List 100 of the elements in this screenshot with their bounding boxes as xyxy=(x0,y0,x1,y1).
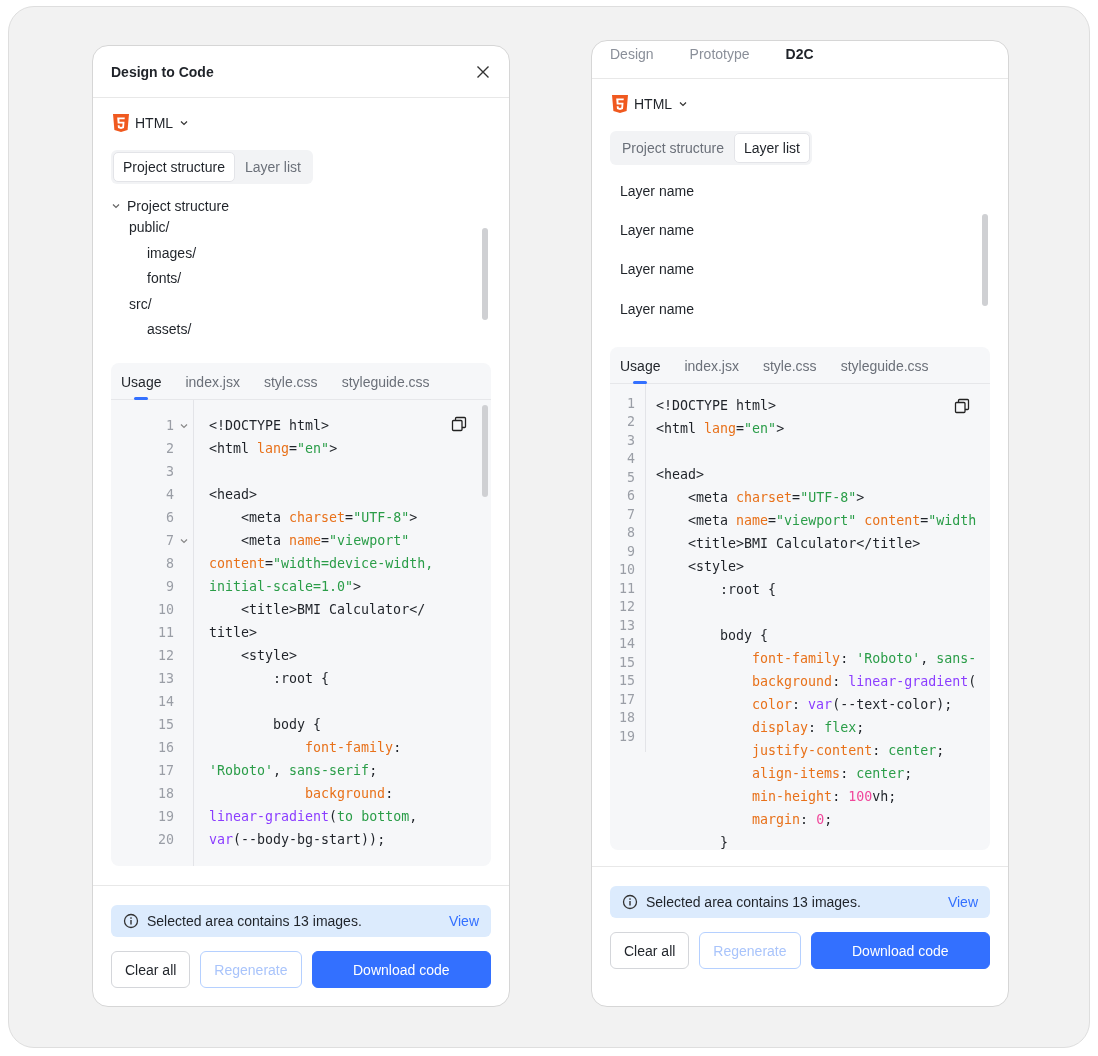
line-number: 8 xyxy=(166,556,174,571)
file-tab[interactable]: styleguide.css xyxy=(839,358,930,384)
code-line: <title>BMI Calculator</title> xyxy=(687,535,921,553)
action-button[interactable]: Download code xyxy=(810,932,990,969)
layer-item[interactable]: Layer name xyxy=(610,210,990,250)
line-number: 11 xyxy=(158,625,174,640)
line-number: 20 xyxy=(158,832,174,847)
layer-item[interactable]: Layer name xyxy=(610,171,990,211)
code-line: margin: 0; xyxy=(751,811,833,829)
code-line: justify-content: center; xyxy=(751,742,945,760)
tree-header[interactable]: Project structure xyxy=(127,198,229,214)
layer-item[interactable]: Layer name xyxy=(610,249,990,289)
file-tab[interactable]: Usage xyxy=(619,358,662,384)
code-line: <head> xyxy=(209,486,258,504)
action-button[interactable]: Clear all xyxy=(111,951,191,988)
close-icon[interactable] xyxy=(475,63,491,80)
scrollbar[interactable] xyxy=(482,228,488,320)
code-line: <html lang="en"> xyxy=(656,420,785,438)
line-number: 5 xyxy=(627,469,635,485)
line-number: 1 xyxy=(166,418,174,433)
code-line: background: linear-gradient( xyxy=(751,673,977,691)
line-number: 10 xyxy=(619,562,635,578)
segment-tab[interactable]: Project structure xyxy=(113,152,235,182)
line-number: 9 xyxy=(166,579,174,594)
line-number: 2 xyxy=(627,414,635,430)
code-line: <meta name="viewport" content="width xyxy=(687,512,977,530)
code-line: background: xyxy=(304,785,394,803)
view-link[interactable]: View xyxy=(947,894,978,910)
line-number: 14 xyxy=(619,636,635,652)
code-line: min-height: 100vh; xyxy=(751,788,897,806)
caret-icon[interactable] xyxy=(179,118,190,128)
code-line: 'Roboto', sans-serif; xyxy=(209,762,378,780)
code-line: body { xyxy=(719,627,769,645)
language-dropdown[interactable]: HTML xyxy=(610,95,689,113)
segment-tab[interactable]: Layer list xyxy=(234,152,311,182)
code-line: <head> xyxy=(656,466,705,484)
html5-logo-icon xyxy=(113,114,129,132)
line-number: 16 xyxy=(158,740,174,755)
folder-item[interactable]: fonts/ xyxy=(147,266,491,292)
line-number: 17 xyxy=(619,691,635,707)
layer-item[interactable]: Layer name xyxy=(610,288,990,329)
file-tab[interactable]: styleguide.css xyxy=(340,374,431,400)
code-line: <!DOCTYPE html> xyxy=(656,397,777,415)
view-link[interactable]: View xyxy=(448,913,479,929)
line-number: 7 xyxy=(627,506,635,522)
line-number: 19 xyxy=(158,809,174,824)
file-tab[interactable]: style.css xyxy=(761,358,818,384)
line-number: 17 xyxy=(158,763,174,778)
line-number: 18 xyxy=(619,710,635,726)
copy-icon[interactable] xyxy=(451,416,467,432)
caret-icon[interactable] xyxy=(678,99,689,109)
info-icon xyxy=(123,913,139,929)
copy-icon[interactable] xyxy=(954,398,970,414)
scrollbar[interactable] xyxy=(482,405,488,497)
line-number: 4 xyxy=(627,451,635,467)
chevron-icon[interactable] xyxy=(111,201,121,211)
segment-tab[interactable]: Project structure xyxy=(612,133,734,163)
line-number: 13 xyxy=(619,617,635,633)
file-tab[interactable]: index.jsx xyxy=(184,374,241,400)
info-icon xyxy=(622,894,638,910)
folder-item[interactable]: src/ xyxy=(129,291,491,317)
code-line: var(--body-bg-start)); xyxy=(209,831,386,849)
code-line: :root { xyxy=(719,581,777,599)
code-line: <meta charset="UTF-8"> xyxy=(687,489,865,507)
panel-tab[interactable]: D2C xyxy=(785,46,814,62)
code-line: body { xyxy=(272,716,322,734)
line-number: 18 xyxy=(158,786,174,801)
scrollbar[interactable] xyxy=(982,214,988,306)
line-number: 7 xyxy=(166,533,174,548)
line-number: 8 xyxy=(627,525,635,541)
line-number: 12 xyxy=(158,648,174,663)
line-number: 9 xyxy=(627,543,635,559)
code-line: <!DOCTYPE html> xyxy=(209,417,330,435)
file-tab[interactable]: style.css xyxy=(262,374,319,400)
line-number: 14 xyxy=(158,694,174,709)
language-dropdown[interactable]: HTML xyxy=(111,114,190,132)
code-line: <style> xyxy=(240,647,298,665)
action-button[interactable]: Download code xyxy=(311,951,491,988)
code-line: <style> xyxy=(687,558,745,576)
line-number: 15 xyxy=(619,673,635,689)
html5-logo-icon xyxy=(612,95,628,113)
info-text: Selected area contains 13 images. xyxy=(147,913,363,929)
folder-item[interactable]: images/ xyxy=(147,240,491,266)
segment-tab[interactable]: Layer list xyxy=(733,133,810,163)
line-number: 10 xyxy=(158,602,174,617)
line-number: 12 xyxy=(619,599,635,615)
line-number: 1 xyxy=(627,395,635,411)
dialog-title: Design to Code xyxy=(111,63,214,80)
code-line: linear-gradient(to bottom, xyxy=(209,808,418,826)
line-number: 2 xyxy=(166,441,174,456)
folder-item[interactable]: assets/ xyxy=(147,317,491,343)
action-button[interactable]: Clear all xyxy=(610,932,690,969)
folder-item[interactable]: public/ xyxy=(129,215,491,241)
code-line: content="width=device-width, xyxy=(209,555,434,573)
file-tab[interactable]: Usage xyxy=(120,374,163,400)
line-number: 15 xyxy=(158,717,174,732)
file-tab[interactable]: index.jsx xyxy=(683,358,740,384)
code-line: title> xyxy=(209,624,258,642)
code-line: initial-scale=1.0"> xyxy=(209,578,362,596)
code-line: font-family: xyxy=(304,739,402,757)
